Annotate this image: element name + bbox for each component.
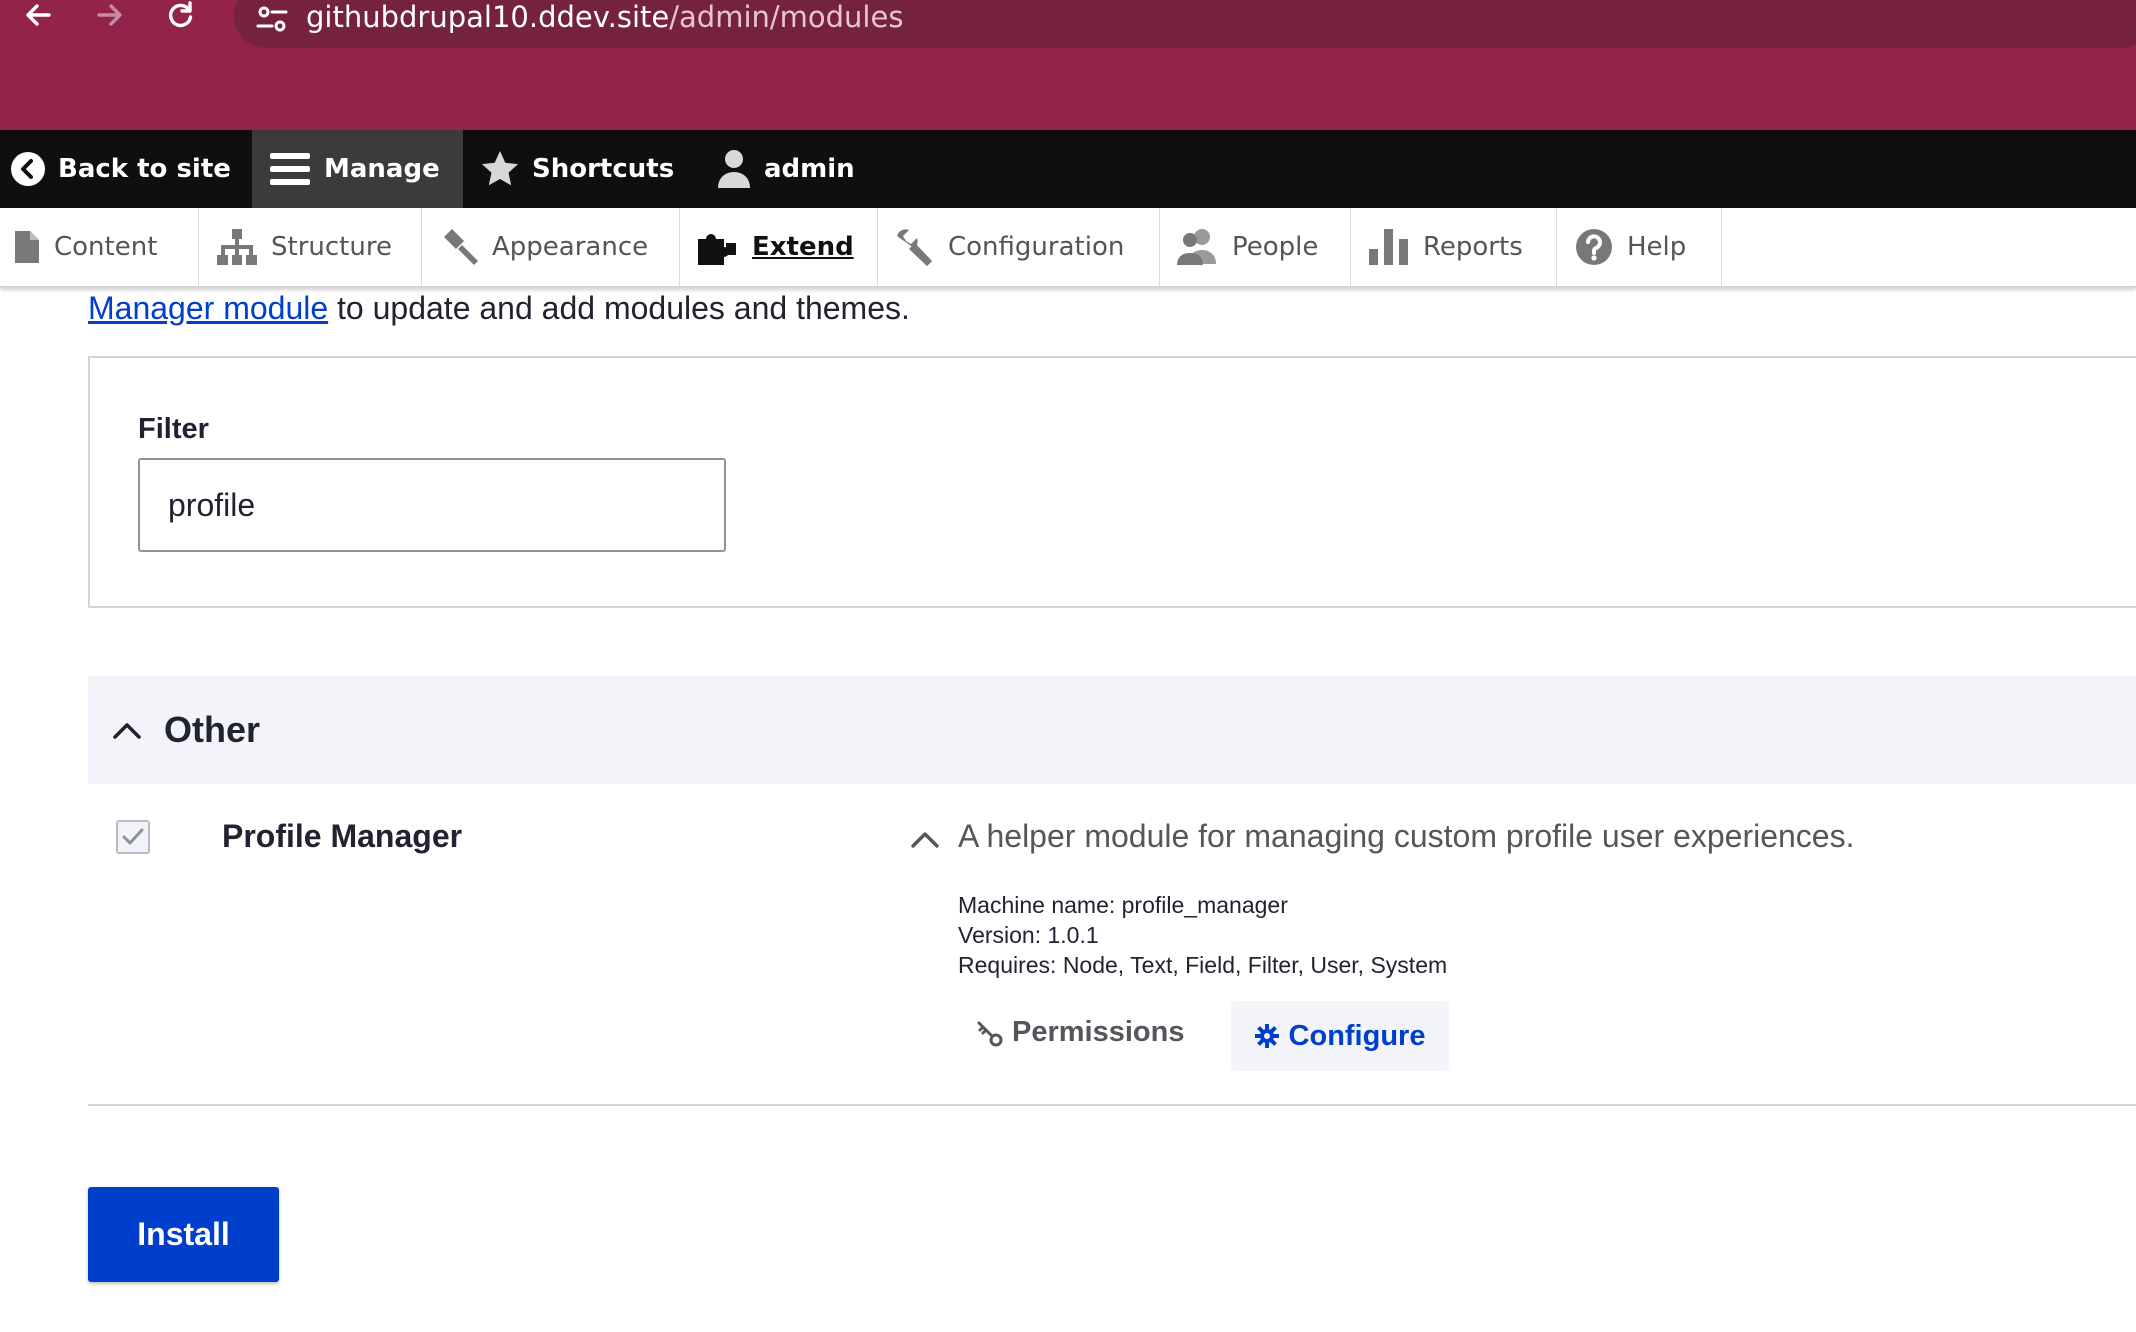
permissions-label: Permissions	[1012, 1016, 1185, 1048]
file-icon	[15, 231, 39, 263]
tray-item-appearance[interactable]: Appearance	[422, 208, 680, 286]
tray-item-help[interactable]: Help	[1557, 208, 1722, 286]
reload-icon[interactable]	[160, 0, 200, 30]
sitemap-icon	[217, 229, 257, 265]
intro-text-rest: to update and add modules and themes.	[328, 290, 910, 326]
tray-item-label: Appearance	[492, 232, 649, 262]
tray-item-structure[interactable]: Structure	[199, 208, 422, 286]
chevron-up-icon	[113, 723, 141, 739]
tray-item-people[interactable]: People	[1160, 208, 1351, 286]
back-to-site-link[interactable]: Back to site	[10, 130, 231, 208]
package-title: Other	[164, 709, 261, 750]
tray-item-label: Help	[1627, 232, 1687, 262]
toolbar-tab-manage[interactable]: Manage	[252, 130, 463, 208]
tray-item-extend[interactable]: Extend	[680, 208, 878, 286]
puzzle-icon	[698, 234, 736, 265]
tray-item-reports[interactable]: Reports	[1351, 208, 1557, 286]
url-path: /admin/modules	[669, 0, 904, 34]
configure-label: Configure	[1288, 1019, 1426, 1052]
package-details-summary[interactable]: Other	[88, 676, 2136, 784]
browser-chrome: githubdrupal10.ddev.site/admin/modules	[0, 0, 2136, 130]
gear-icon	[1254, 1024, 1279, 1048]
configure-link[interactable]: Configure	[1231, 1001, 1449, 1071]
module-checkbox[interactable]	[116, 820, 150, 854]
tray-item-label: Structure	[271, 232, 392, 262]
tray-item-label: Extend	[752, 232, 854, 262]
permissions-link[interactable]: Permissions	[976, 1016, 1184, 1049]
tray-item-label: Configuration	[948, 232, 1125, 262]
paintbrush-icon	[444, 229, 478, 265]
address-bar[interactable]: githubdrupal10.ddev.site/admin/modules	[234, 0, 2136, 48]
help-icon	[1576, 229, 1612, 265]
forward-arrow-icon[interactable]	[90, 0, 130, 30]
toolbar-tab-shortcuts[interactable]: Shortcuts	[480, 130, 674, 208]
divider	[88, 1104, 2136, 1106]
filter-input[interactable]	[138, 458, 726, 552]
shortcuts-label: Shortcuts	[532, 154, 675, 184]
chevron-up-icon	[911, 832, 939, 848]
tray-item-label: People	[1232, 232, 1319, 262]
description-toggle[interactable]	[910, 828, 940, 854]
back-arrow-icon[interactable]	[18, 0, 58, 30]
install-button[interactable]: Install	[88, 1187, 279, 1282]
manage-label: Manage	[324, 154, 440, 184]
checkmark-icon	[122, 828, 144, 845]
site-info-icon[interactable]	[252, 0, 292, 40]
module-name: Profile Manager	[222, 818, 463, 854]
key-icon	[977, 1021, 1003, 1046]
bar-chart-icon	[1369, 229, 1408, 265]
toolbar-tab-user[interactable]: admin	[716, 130, 855, 208]
filter-label: Filter	[138, 413, 209, 445]
user-label: admin	[764, 154, 855, 184]
tray-item-content[interactable]: Content	[0, 208, 199, 286]
people-icon	[1177, 229, 1216, 265]
user-icon	[718, 150, 750, 188]
star-icon	[482, 151, 518, 186]
tray-item-label: Content	[54, 232, 158, 262]
module-version: Version: 1.0.1	[958, 922, 1099, 948]
url-host: githubdrupal10.ddev.site	[306, 0, 670, 34]
hamburger-icon	[270, 153, 310, 185]
module-requires: Requires: Node, Text, Field, Filter, Use…	[958, 952, 1448, 978]
wrench-icon	[897, 229, 932, 266]
admin-toolbar: Back to site Manage Shortcuts admin	[0, 130, 2136, 208]
toolbar-tray: Content Structure Appearance Extend Conf…	[0, 208, 2136, 287]
tray-item-label: Reports	[1423, 232, 1523, 262]
module-description: A helper module for managing custom prof…	[958, 818, 1855, 854]
chevron-left-circle-icon	[11, 152, 45, 186]
tray-item-configuration[interactable]: Configuration	[878, 208, 1160, 286]
back-to-site-label: Back to site	[58, 154, 231, 184]
url-text: githubdrupal10.ddev.site/admin/modules	[306, 0, 903, 34]
module-machine-name: Machine name: profile_manager	[958, 892, 1288, 918]
intro-text: Manager module to update and add modules…	[88, 290, 910, 327]
manager-module-link[interactable]: Manager module	[88, 290, 328, 326]
